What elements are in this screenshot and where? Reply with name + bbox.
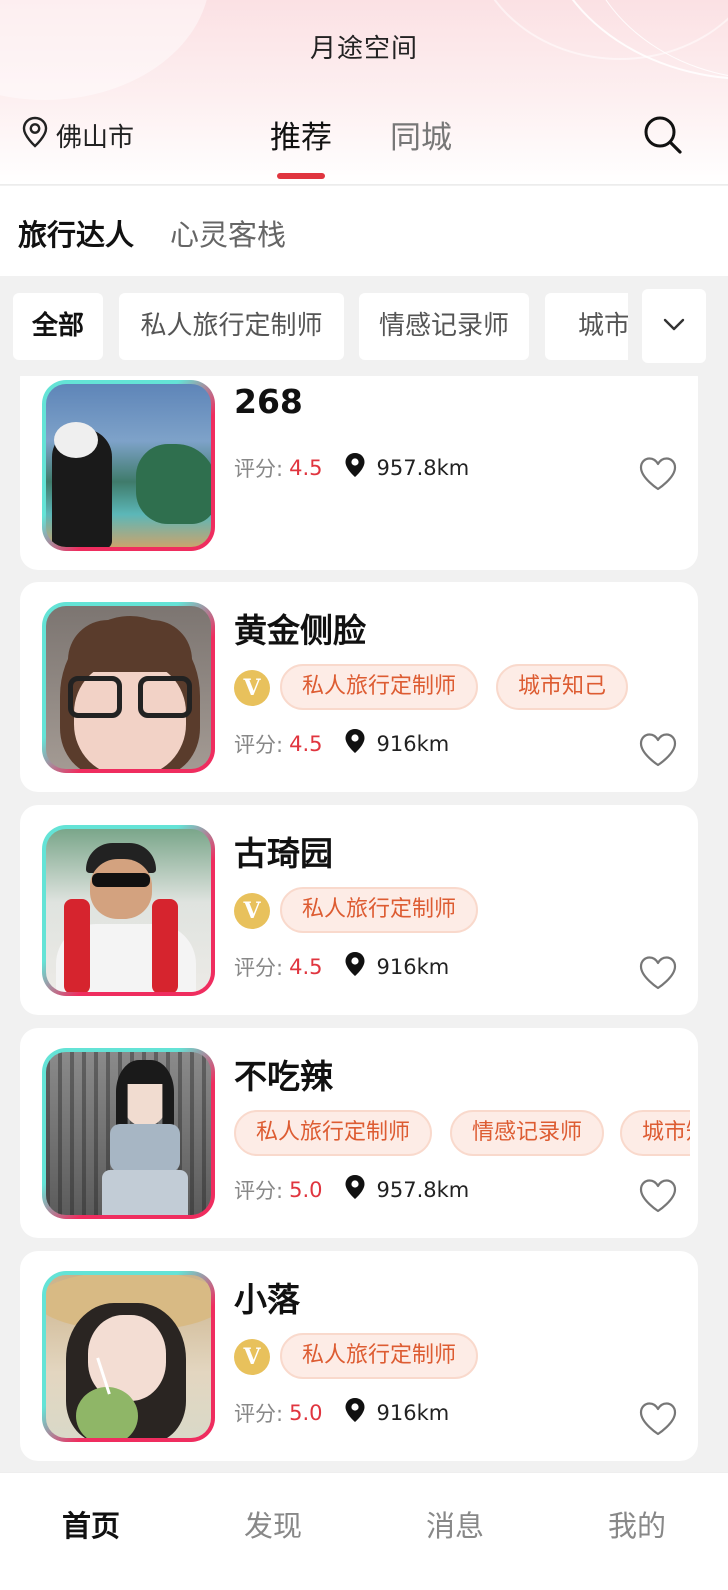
expert-tag: 私人旅行定制师 [280, 887, 479, 933]
vip-badge-icon: V [234, 893, 270, 929]
nav-mine[interactable]: 我的 [546, 1503, 728, 1545]
subtab-soul-inn[interactable]: 心灵客栈 [170, 212, 286, 254]
distance-value: 957.8km [376, 1177, 470, 1202]
heart-icon[interactable] [638, 1401, 678, 1437]
avatar [42, 1048, 215, 1219]
location-pin-icon [22, 116, 56, 155]
expert-card[interactable]: 268 评分: 4.5 957.8km [20, 376, 698, 570]
vip-badge-icon: V [234, 1339, 270, 1375]
location-pin-icon [344, 728, 366, 759]
expert-name: 不吃辣 [234, 1057, 333, 1096]
score-label: 评分: [234, 955, 284, 980]
filter-chips-scroll[interactable]: 全部 私人旅行定制师 情感记录师 城市知己 [0, 293, 628, 361]
score-value: 5.0 [289, 1400, 323, 1425]
location-pin-icon [344, 452, 366, 483]
expert-tag: 私人旅行定制师 [280, 1333, 479, 1379]
filter-expand-button[interactable] [642, 289, 706, 363]
score-label: 评分: [234, 1178, 284, 1203]
nav-home[interactable]: 首页 [0, 1503, 182, 1545]
expert-tag: 情感记录师 [450, 1110, 605, 1156]
expert-meta: 评分: 4.5 916km [234, 728, 449, 759]
tab-recommend[interactable]: 推荐 [270, 112, 332, 179]
bottom-nav: 首页 发现 消息 我的 [0, 1472, 728, 1590]
expert-meta: 评分: 5.0 916km [234, 1397, 449, 1428]
filter-bar: 全部 私人旅行定制师 情感记录师 城市知己 [0, 276, 728, 376]
expert-card[interactable]: 黄金侧脸 V 私人旅行定制师 城市知己 评分: 4.5 916km [20, 582, 698, 792]
location-selector[interactable]: 佛山市 [22, 116, 134, 155]
app-title: 月途空间 [309, 34, 418, 64]
active-tab-indicator [277, 173, 325, 179]
expert-meta: 评分: 4.5 916km [234, 951, 449, 982]
filter-chip-emotion-recorder[interactable]: 情感记录师 [359, 293, 529, 360]
expert-name: 268 [234, 382, 303, 421]
expert-meta: 评分: 4.5 957.8km [234, 452, 469, 483]
heart-icon[interactable] [638, 1178, 678, 1214]
score-value: 4.5 [289, 954, 323, 979]
score-value: 5.0 [289, 1177, 323, 1202]
vip-badge-icon: V [234, 670, 270, 706]
location-pin-icon [344, 1397, 366, 1428]
expert-tag: 私人旅行定制师 [234, 1110, 433, 1156]
score-label: 评分: [234, 456, 284, 481]
nav-discover[interactable]: 发现 [182, 1503, 364, 1545]
expert-tag: 城市知己 [620, 1110, 690, 1156]
expert-list[interactable]: 268 评分: 4.5 957.8km 黄金侧脸 V 私人旅行定制师 城市知己 … [0, 376, 728, 1472]
avatar [42, 825, 215, 996]
filter-chip-travel-planner[interactable]: 私人旅行定制师 [119, 293, 344, 360]
expert-tags: V 私人旅行定制师 [234, 887, 690, 935]
expert-name: 小落 [234, 1280, 300, 1319]
chevron-down-icon [663, 317, 685, 336]
score-label: 评分: [234, 1401, 284, 1426]
score-label: 评分: [234, 732, 284, 757]
nav-messages[interactable]: 消息 [364, 1503, 546, 1545]
score-value: 4.5 [289, 731, 323, 756]
score-value: 4.5 [289, 455, 323, 480]
expert-tags: V 私人旅行定制师 [234, 1333, 690, 1381]
expert-name: 古琦园 [234, 834, 333, 873]
avatar [42, 380, 215, 551]
expert-meta: 评分: 5.0 957.8km [234, 1174, 469, 1205]
top-header: 月途空间 佛山市 推荐 同城 [0, 0, 728, 185]
expert-tag: 城市知己 [496, 664, 629, 710]
distance-value: 916km [376, 1400, 450, 1425]
location-pin-icon [344, 1174, 366, 1205]
heart-icon[interactable] [638, 955, 678, 991]
expert-tags: 私人旅行定制师 情感记录师 城市知己 [234, 1110, 690, 1158]
search-icon[interactable] [642, 114, 684, 156]
subtab-travel-expert[interactable]: 旅行达人 [18, 212, 134, 254]
expert-card[interactable]: 不吃辣 私人旅行定制师 情感记录师 城市知己 评分: 5.0 957.8km [20, 1028, 698, 1238]
distance-value: 916km [376, 731, 450, 756]
distance-value: 916km [376, 954, 450, 979]
category-subtabs: 旅行达人 心灵客栈 [0, 186, 728, 276]
heart-icon[interactable] [638, 456, 678, 492]
filter-chip-city-confidant[interactable]: 城市知己 [545, 293, 628, 360]
distance-value: 957.8km [376, 455, 470, 480]
expert-tag: 私人旅行定制师 [280, 664, 479, 710]
expert-name: 黄金侧脸 [234, 611, 366, 650]
location-pin-icon [344, 951, 366, 982]
avatar [42, 602, 215, 773]
tab-same-city[interactable]: 同城 [390, 112, 452, 157]
avatar [42, 1271, 215, 1442]
filter-chip-all[interactable]: 全部 [13, 293, 103, 360]
expert-tags: V 私人旅行定制师 城市知己 [234, 664, 690, 712]
expert-card[interactable]: 小落 V 私人旅行定制师 评分: 5.0 916km [20, 1251, 698, 1461]
heart-icon[interactable] [638, 732, 678, 768]
location-label: 佛山市 [56, 123, 135, 153]
expert-card[interactable]: 古琦园 V 私人旅行定制师 评分: 4.5 916km [20, 805, 698, 1015]
